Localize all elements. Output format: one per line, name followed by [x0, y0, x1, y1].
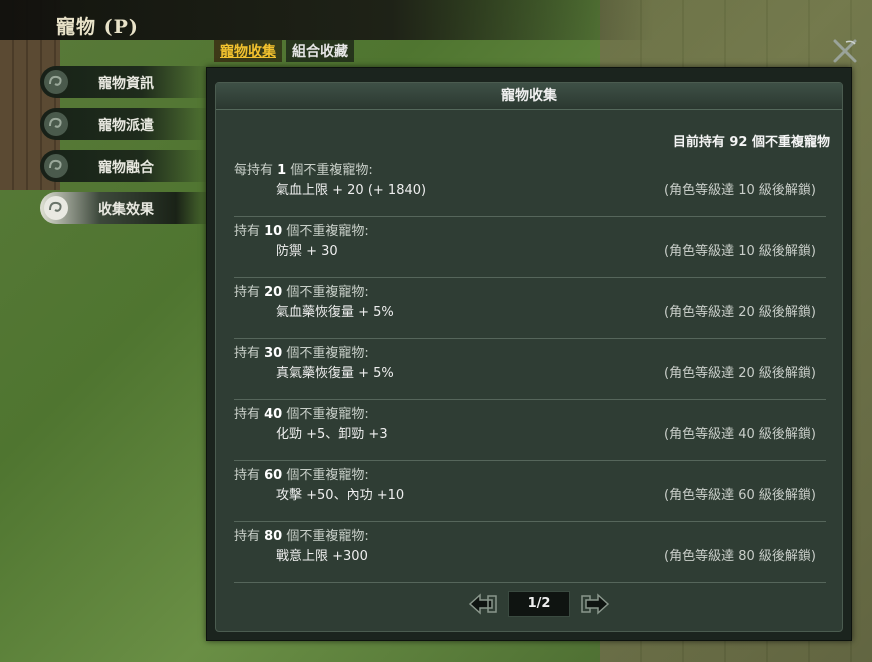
list-item: 持有 30 個不重複寵物: 真氣藥恢復量 + 5% (角色等級達 20 級後解鎖…	[234, 340, 826, 400]
row-requirement: 持有 10 個不重複寵物:	[234, 224, 369, 239]
row-requirement: 持有 40 個不重複寵物:	[234, 407, 369, 422]
row-unlock-condition: (角色等級達 20 級後解鎖)	[664, 366, 816, 381]
sidebar-item-pet-info[interactable]: 寵物資訊	[40, 66, 210, 98]
list-item: 持有 40 個不重複寵物: 化勁 +5、卸勁 +3 (角色等級達 40 級後解鎖…	[234, 401, 826, 461]
row-requirement: 每持有 1 個不重複寵物:	[234, 163, 373, 178]
list-item: 持有 10 個不重複寵物: 防禦 + 30 (角色等級達 10 級後解鎖)	[234, 218, 826, 278]
row-unlock-condition: (角色等級達 80 級後解鎖)	[664, 549, 816, 564]
close-icon[interactable]	[832, 38, 858, 64]
window-titlebar: 寵物 (P)	[0, 0, 872, 40]
sidebar-item-collection-effect[interactable]: 收集效果	[40, 192, 210, 224]
sidebar-item-label: 寵物融合	[98, 160, 154, 176]
tab-pet-collection[interactable]: 寵物收集	[214, 40, 282, 62]
next-page-icon[interactable]	[578, 591, 612, 617]
sidebar-item-pet-dispatch[interactable]: 寵物派遣	[40, 108, 210, 140]
row-requirement: 持有 30 個不重複寵物:	[234, 346, 369, 361]
prev-page-icon[interactable]	[466, 591, 500, 617]
row-unlock-condition: (角色等級達 10 級後解鎖)	[664, 244, 816, 259]
tab-combo-collection[interactable]: 組合收藏	[286, 40, 354, 62]
sidebar-item-label: 寵物派遣	[98, 118, 154, 134]
list-item: 持有 80 個不重複寵物: 戰意上限 +300 (角色等級達 80 級後解鎖)	[234, 523, 826, 583]
panel-header: 寵物收集	[216, 83, 842, 110]
row-requirement: 持有 60 個不重複寵物:	[234, 468, 369, 483]
row-unlock-condition: (角色等級達 10 級後解鎖)	[664, 183, 816, 198]
collection-list: 每持有 1 個不重複寵物: 氣血上限 + 20 (+ 1840) (角色等級達 …	[234, 157, 826, 584]
window-title: 寵物 (P)	[56, 16, 139, 38]
row-effect: 戰意上限 +300	[276, 549, 368, 564]
cloud-swirl-icon	[44, 70, 68, 94]
row-effect: 真氣藥恢復量 + 5%	[276, 366, 394, 381]
collection-panel: 寵物收集 目前持有 92 個不重複寵物 每持有 1 個不重複寵物: 氣血上限 +…	[215, 82, 843, 632]
cloud-swirl-icon	[44, 154, 68, 178]
sidebar: 寵物資訊 寵物派遣 寵物融合 收集效果	[40, 66, 210, 234]
cloud-swirl-icon	[44, 112, 68, 136]
top-tabs: 寵物收集 組合收藏	[214, 40, 354, 62]
pagination: 1/2	[466, 591, 612, 617]
row-requirement: 持有 20 個不重複寵物:	[234, 285, 369, 300]
row-effect: 攻擊 +50、內功 +10	[276, 488, 405, 503]
list-item: 每持有 1 個不重複寵物: 氣血上限 + 20 (+ 1840) (角色等級達 …	[234, 157, 826, 217]
sidebar-item-label: 收集效果	[98, 202, 154, 218]
page-indicator: 1/2	[508, 591, 570, 617]
row-effect: 氣血藥恢復量 + 5%	[276, 305, 394, 320]
row-effect: 化勁 +5、卸勁 +3	[276, 427, 388, 442]
row-effect: 防禦 + 30	[276, 244, 338, 259]
row-unlock-condition: (角色等級達 60 級後解鎖)	[664, 488, 816, 503]
sidebar-item-pet-fusion[interactable]: 寵物融合	[40, 150, 210, 182]
main-panel: 寵物收集 目前持有 92 個不重複寵物 每持有 1 個不重複寵物: 氣血上限 +…	[206, 67, 852, 641]
list-item: 持有 60 個不重複寵物: 攻擊 +50、內功 +10 (角色等級達 60 級後…	[234, 462, 826, 522]
sidebar-item-label: 寵物資訊	[98, 76, 154, 92]
row-requirement: 持有 80 個不重複寵物:	[234, 529, 369, 544]
list-item: 持有 20 個不重複寵物: 氣血藥恢復量 + 5% (角色等級達 20 級後解鎖…	[234, 279, 826, 339]
owned-count-text: 目前持有 92 個不重複寵物	[672, 135, 830, 150]
row-unlock-condition: (角色等級達 20 級後解鎖)	[664, 305, 816, 320]
row-effect: 氣血上限 + 20 (+ 1840)	[276, 183, 427, 198]
cloud-swirl-icon	[44, 196, 68, 220]
row-unlock-condition: (角色等級達 40 級後解鎖)	[664, 427, 816, 442]
